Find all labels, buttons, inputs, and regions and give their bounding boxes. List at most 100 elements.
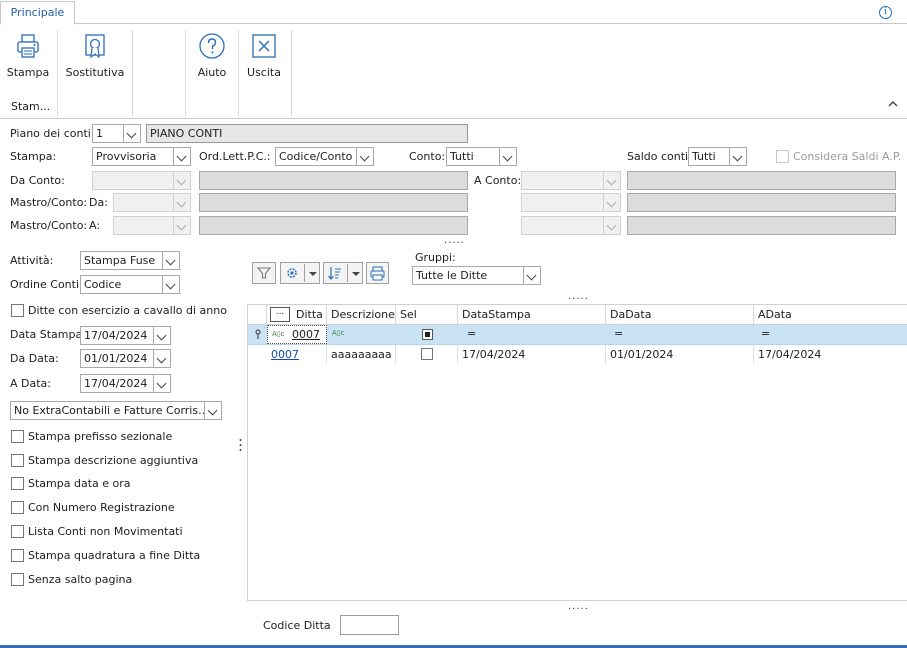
option-label: Senza salto pagina — [28, 573, 133, 586]
option-checkbox[interactable] — [11, 573, 24, 586]
codice-ditta-label: Codice Ditta — [263, 619, 331, 632]
chevron-down-icon — [352, 272, 360, 276]
considera-checkbox[interactable] — [776, 150, 789, 163]
chevron-down-icon — [523, 267, 540, 284]
chevron-down-icon — [603, 172, 620, 189]
option-label: Stampa descrizione aggiuntiva — [28, 454, 199, 467]
cell-ditta[interactable]: 0007 — [267, 345, 327, 364]
chevron-down-icon — [173, 148, 190, 165]
da-data-picker[interactable]: 01/01/2024 — [80, 349, 171, 368]
option-label: Lista Conti non Movimentati — [28, 525, 183, 538]
aiuto-button-label: Aiuto — [197, 66, 227, 79]
option-checkbox[interactable] — [11, 454, 24, 467]
filter-sel-checkbox[interactable] — [422, 329, 433, 340]
chevron-down-icon — [309, 272, 317, 276]
extracontabili-value: No ExtraContabili e Fatture Corris... — [14, 404, 209, 417]
uscita-button[interactable]: Uscita — [244, 32, 284, 92]
cell-sel — [396, 345, 458, 364]
pin-icon — [254, 329, 262, 343]
vertical-splitter[interactable] — [239, 438, 242, 454]
attivita-value: Stampa Fuse — [84, 254, 156, 267]
grid-bottom-splitter[interactable]: ..... — [568, 602, 589, 612]
aiuto-button[interactable]: Aiuto — [192, 32, 232, 92]
column-header-sel[interactable]: Sel — [396, 305, 458, 325]
column-header-descrizione[interactable]: Descrizione — [327, 305, 396, 325]
filter-button[interactable] — [252, 262, 276, 284]
column-header-adata[interactable]: AData — [754, 305, 907, 325]
da-conto-label: Da Conto: — [10, 174, 65, 187]
codice-ditta-input[interactable] — [340, 615, 399, 635]
form-splitter[interactable]: ..... — [444, 236, 465, 246]
equals-filter-icon: = — [467, 327, 477, 340]
mastro-da-to-description — [627, 193, 896, 212]
da-conto-select[interactable] — [92, 171, 191, 190]
sostitutiva-button-label: Sostitutiva — [65, 66, 125, 79]
split-divider — [347, 264, 348, 282]
option-checkbox[interactable] — [11, 549, 24, 562]
column-header-datastampa[interactable]: DataStampa — [458, 305, 606, 325]
filter-ditta-cell[interactable]: A▯c 0007 — [267, 325, 327, 344]
column-header-ditta[interactable]: ... Ditta — [267, 305, 327, 325]
mastro-a-description — [199, 216, 468, 235]
mastro-a-to-select[interactable] — [521, 216, 621, 235]
a-data-picker[interactable]: 17/04/2024 — [80, 374, 171, 393]
ordine-select[interactable]: Codice — [80, 275, 180, 294]
chevron-down-icon — [123, 125, 140, 142]
row-sel-checkbox[interactable] — [421, 348, 433, 360]
a-conto-select[interactable] — [521, 171, 621, 190]
print-grid-button[interactable] — [366, 262, 389, 284]
column-header-dadata[interactable]: DaData — [606, 305, 754, 325]
data-stampa-value: 17/04/2024 — [84, 329, 148, 342]
mastro-a-sublabel: A: — [89, 219, 101, 232]
uscita-button-label: Uscita — [247, 66, 281, 79]
conto-value: Tutti — [450, 150, 474, 163]
gear-icon — [287, 268, 297, 278]
a-data-value: 17/04/2024 — [84, 377, 148, 390]
piano-select[interactable]: 1 — [92, 124, 141, 143]
conto-select[interactable]: Tutti — [446, 147, 517, 166]
grid-top-splitter[interactable]: ..... — [568, 292, 589, 302]
ribbon-separator — [132, 30, 133, 116]
chevron-down-icon — [204, 402, 221, 419]
mastro-da-to-select[interactable] — [521, 193, 621, 212]
ord-select[interactable]: Codice/Conto — [275, 147, 374, 166]
cavallo-checkbox[interactable] — [11, 304, 24, 317]
option-checkbox[interactable] — [11, 501, 24, 514]
sort-button[interactable] — [323, 262, 363, 284]
mastro-da-select[interactable] — [113, 193, 191, 212]
data-stampa-picker[interactable]: 17/04/2024 — [80, 326, 171, 345]
chevron-down-icon — [153, 375, 170, 392]
info-icon[interactable]: i — [879, 6, 892, 19]
option-checkbox[interactable] — [11, 525, 24, 538]
chevron-down-icon — [729, 148, 746, 165]
gruppi-select[interactable]: Tutte le Ditte — [412, 266, 541, 285]
table-row[interactable]: 0007 aaaaaaaaa 17/04/2024 01/01/2024 17/… — [248, 345, 907, 364]
column-chooser-button[interactable]: ... — [270, 307, 290, 322]
option-checkbox[interactable] — [11, 430, 24, 443]
ribbon-panel: Stampa Sostitutiva Aiuto Uscita Stam... — [0, 24, 907, 119]
sostitutiva-button[interactable]: Sostitutiva — [64, 32, 126, 92]
ord-label: Ord.Lett.P.C.: — [199, 150, 271, 163]
chevron-up-icon[interactable] — [888, 100, 898, 111]
settings-button[interactable] — [280, 262, 320, 284]
piano-label: Piano dei conti: — [10, 127, 95, 140]
attivita-select[interactable]: Stampa Fuse — [80, 251, 180, 270]
gruppi-value: Tutte le Ditte — [416, 269, 488, 282]
option-checkbox[interactable] — [11, 477, 24, 490]
saldo-select[interactable]: Tutti — [688, 147, 747, 166]
piano-description: PIANO CONTI — [146, 124, 468, 143]
filter-row[interactable]: A▯c 0007 A▯c = = = — [248, 325, 907, 345]
chevron-down-icon — [356, 148, 373, 165]
stampa-select[interactable]: Provvisoria — [92, 147, 191, 166]
attivita-label: Attività: — [10, 254, 54, 267]
data-stampa-label: Data Stampa: — [10, 328, 86, 341]
tab-principale[interactable]: Principale — [0, 1, 75, 25]
option-label: Con Numero Registrazione — [28, 501, 175, 514]
mastro-a-select[interactable] — [113, 216, 191, 235]
ditta-link[interactable]: 0007 — [271, 348, 299, 361]
filter-ditta-value: 0007 — [292, 328, 320, 341]
mastro-da-sublabel: Da: — [89, 196, 108, 209]
stampa-button[interactable]: Stampa — [6, 32, 50, 92]
text-filter-icon: A▯c — [272, 330, 285, 338]
extracontabili-select[interactable]: No ExtraContabili e Fatture Corris... — [10, 401, 222, 420]
